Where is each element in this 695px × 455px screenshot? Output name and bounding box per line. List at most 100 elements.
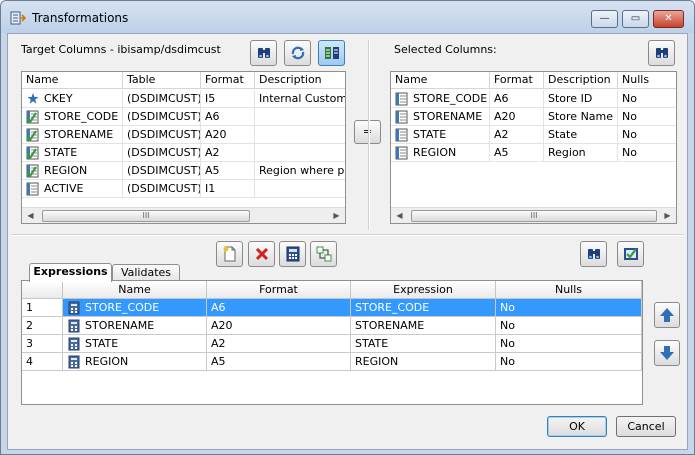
- target-header-table[interactable]: Table: [123, 72, 201, 89]
- scroll-left-icon[interactable]: ◀: [391, 208, 408, 223]
- selected-header-name[interactable]: Name: [391, 72, 490, 89]
- expression-cell-nulls[interactable]: No: [496, 299, 642, 317]
- checked-column-icon: [26, 146, 40, 160]
- target-cell-format[interactable]: A20: [201, 126, 255, 144]
- expression-cell-format[interactable]: A20: [207, 317, 351, 335]
- cancel-button[interactable]: Cancel: [616, 416, 676, 437]
- selected-cell-format[interactable]: A2: [490, 126, 544, 144]
- title-bar: Transformations — ▭ ✕: [1, 1, 694, 33]
- expression-cell-nulls[interactable]: No: [496, 335, 642, 353]
- target-header-description[interactable]: Description: [255, 72, 345, 89]
- delete-expression-button[interactable]: [248, 241, 275, 267]
- move-down-button[interactable]: [654, 340, 680, 366]
- row-number[interactable]: 1: [22, 299, 63, 317]
- refresh-icon: [291, 46, 304, 60]
- expression-cell-name[interactable]: REGION: [63, 353, 207, 371]
- target-cell-description[interactable]: Internal Custome: [255, 90, 345, 108]
- column-icon: [26, 182, 40, 196]
- selected-horizontal-scrollbar[interactable]: ◀ III ▶: [391, 207, 676, 223]
- scroll-thumb[interactable]: III: [42, 210, 250, 222]
- checked-column-icon: [26, 110, 40, 124]
- dialog-body: Target Columns - ibisamp/dsdimcust Name …: [7, 33, 688, 450]
- expressions-header-rownum: [22, 281, 63, 299]
- find-target-button[interactable]: [250, 40, 277, 66]
- validate-button[interactable]: [617, 241, 644, 267]
- expressions-header-format[interactable]: Format: [207, 281, 351, 299]
- selected-cell-nulls[interactable]: No: [618, 144, 676, 162]
- selected-cell-format[interactable]: A20: [490, 108, 544, 126]
- expression-cell-nulls[interactable]: No: [496, 317, 642, 335]
- expression-cell-expression[interactable]: STORENAME: [351, 317, 496, 335]
- scroll-left-icon[interactable]: ◀: [22, 208, 39, 223]
- row-number[interactable]: 4: [22, 353, 63, 371]
- row-number[interactable]: 3: [22, 335, 63, 353]
- selected-header-format[interactable]: Format: [490, 72, 544, 89]
- ok-button[interactable]: OK: [547, 416, 607, 437]
- binoculars-icon: [257, 48, 270, 58]
- expression-cell-format[interactable]: A6: [207, 299, 351, 317]
- selected-cell-description[interactable]: Region: [544, 144, 618, 162]
- expression-cell-nulls[interactable]: No: [496, 353, 642, 371]
- scroll-right-icon[interactable]: ▶: [659, 208, 676, 223]
- refresh-button[interactable]: [284, 40, 311, 66]
- target-cell-format[interactable]: A5: [201, 162, 255, 180]
- selected-header-nulls[interactable]: Nulls: [618, 72, 676, 89]
- expression-cell-expression[interactable]: STATE: [351, 335, 496, 353]
- new-expression-button[interactable]: [216, 241, 243, 267]
- close-button[interactable]: ✕: [653, 10, 684, 28]
- target-cell-description[interactable]: [255, 144, 345, 162]
- target-horizontal-scrollbar[interactable]: ◀ III ▶: [22, 207, 345, 223]
- target-cell-description[interactable]: [255, 108, 345, 126]
- selected-cell-description[interactable]: State: [544, 126, 618, 144]
- target-cell-table[interactable]: (DSDIMCUST): [123, 108, 201, 126]
- expressions-header-name[interactable]: Name: [63, 281, 207, 299]
- transform-function-button[interactable]: [310, 241, 337, 267]
- selected-cell-format[interactable]: A5: [490, 144, 544, 162]
- move-up-button[interactable]: [654, 302, 680, 328]
- expression-cell-format[interactable]: A5: [207, 353, 351, 371]
- selected-cell-description[interactable]: Store Name: [544, 108, 618, 126]
- tab-expressions[interactable]: Expressions: [29, 263, 112, 282]
- expression-cell-expression[interactable]: REGION: [351, 353, 496, 371]
- find-expression-button[interactable]: [580, 241, 607, 267]
- target-cell-table[interactable]: (DSDIMCUST): [123, 126, 201, 144]
- selected-cell-format[interactable]: A6: [490, 90, 544, 108]
- columns-tree-icon: [324, 47, 339, 59]
- tab-validates[interactable]: Validates: [112, 264, 180, 281]
- selected-cell-nulls[interactable]: No: [618, 90, 676, 108]
- expression-cell-name[interactable]: STATE: [63, 335, 207, 353]
- target-cell-table[interactable]: (DSDIMCUST): [123, 162, 201, 180]
- expression-cell-name[interactable]: STORE_CODE: [63, 299, 207, 317]
- target-cell-table[interactable]: (DSDIMCUST): [123, 180, 201, 198]
- expressions-header-nulls[interactable]: Nulls: [496, 281, 642, 299]
- maximize-button[interactable]: ▭: [622, 10, 649, 28]
- scroll-thumb[interactable]: III: [411, 210, 657, 222]
- target-header-name[interactable]: Name: [22, 72, 123, 89]
- target-cell-description[interactable]: [255, 180, 345, 198]
- selected-cell-nulls[interactable]: No: [618, 108, 676, 126]
- target-cell-table[interactable]: (DSDIMCUST): [123, 144, 201, 162]
- target-header-format[interactable]: Format: [201, 72, 255, 89]
- row-number[interactable]: 2: [22, 317, 63, 335]
- selected-cell-description[interactable]: Store ID: [544, 90, 618, 108]
- target-cell-description[interactable]: Region where pro: [255, 162, 345, 180]
- calculator-button[interactable]: [279, 241, 306, 267]
- selected-header-description[interactable]: Description: [544, 72, 618, 89]
- target-cell-description[interactable]: [255, 126, 345, 144]
- key-star-icon: [26, 92, 40, 106]
- expression-cell-expression[interactable]: STORE_CODE: [351, 299, 496, 317]
- scroll-right-icon[interactable]: ▶: [328, 208, 345, 223]
- expressions-header-expression[interactable]: Expression: [351, 281, 496, 299]
- expression-cell-name[interactable]: STORENAME: [63, 317, 207, 335]
- target-cell-format[interactable]: A6: [201, 108, 255, 126]
- find-selected-button[interactable]: [648, 40, 675, 66]
- expression-cell-format[interactable]: A2: [207, 335, 351, 353]
- minimize-button[interactable]: —: [591, 10, 618, 28]
- target-cell-table[interactable]: (DSDIMCUST): [123, 90, 201, 108]
- selected-cell-nulls[interactable]: No: [618, 126, 676, 144]
- target-cell-format[interactable]: I1: [201, 180, 255, 198]
- target-cell-format[interactable]: I5: [201, 90, 255, 108]
- tree-view-toggle-button[interactable]: [318, 40, 345, 66]
- target-cell-format[interactable]: A2: [201, 144, 255, 162]
- calculator-icon: [67, 319, 81, 333]
